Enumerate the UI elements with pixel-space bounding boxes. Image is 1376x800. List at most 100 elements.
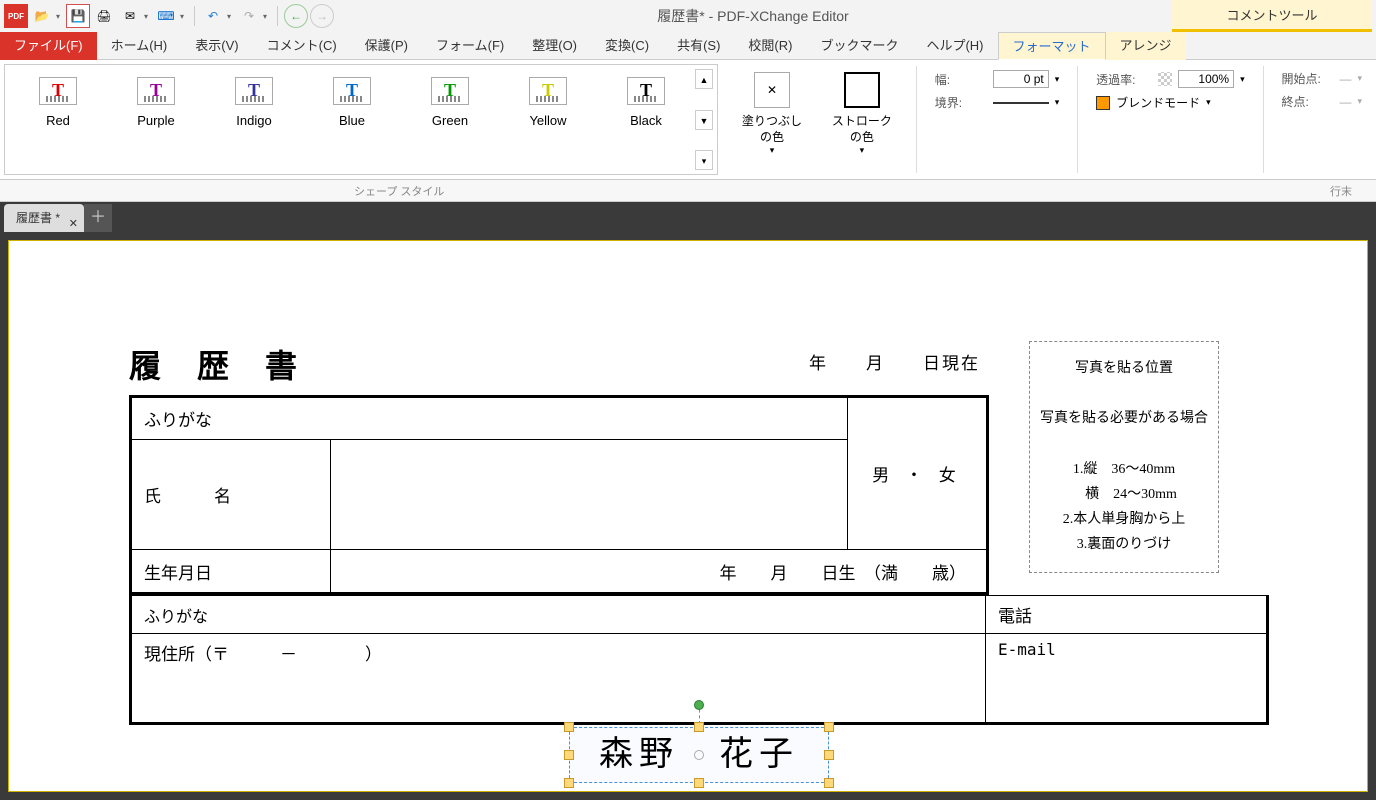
stroke-swatch-icon — [844, 72, 880, 108]
center-handle[interactable] — [694, 750, 704, 760]
resize-handle-sw[interactable] — [564, 778, 574, 788]
ribbon-colors: ✕ 塗りつぶしの色 ▾ ストロークの色 ▾ 幅: ▾ 境界: ▾ 透過率: ▾ … — [722, 60, 1376, 179]
redo-dropdown[interactable]: ▾ — [263, 12, 271, 21]
scan-button[interactable]: ⌨ — [154, 4, 178, 28]
nav-forward-button[interactable]: → — [310, 4, 334, 28]
style-yellow[interactable]: Yellow — [499, 69, 597, 170]
line-end-caption: 行末 — [1330, 183, 1352, 199]
scan-dropdown[interactable]: ▾ — [180, 12, 188, 21]
canvas-area: 履歴書 年 月 日現在 ふりがな 男 ・ 女 氏 名 生年月日 年 月 日生 （… — [0, 232, 1376, 800]
close-icon[interactable]: ✕ — [69, 210, 78, 238]
menu-comment[interactable]: コメント(C) — [253, 32, 351, 60]
menu-file[interactable]: ファイル(F) — [0, 32, 97, 60]
gallery-scroll-up[interactable]: ▲ — [695, 69, 713, 89]
resize-handle-n[interactable] — [694, 722, 704, 732]
start-dropdown[interactable]: ▾ — [1357, 73, 1362, 84]
rotation-handle[interactable] — [694, 700, 704, 710]
nav-back-button[interactable]: ← — [284, 4, 308, 28]
border-label: 境界: — [935, 94, 987, 111]
style-green[interactable]: Green — [401, 69, 499, 170]
birthday-label-cell: 生年月日 — [131, 550, 331, 594]
resume-table: ふりがな 男 ・ 女 氏 名 生年月日 年 月 日生 （満 歳） — [129, 395, 989, 595]
menu-bookmark[interactable]: ブックマーク — [806, 32, 912, 60]
style-red[interactable]: Red — [9, 69, 107, 170]
resume-date-row: 年 月 日現在 — [809, 349, 980, 374]
undo-button[interactable]: ↶ — [201, 4, 225, 28]
resize-handle-ne[interactable] — [824, 722, 834, 732]
border-dropdown[interactable]: ▾ — [1055, 97, 1060, 108]
shape-style-gallery: Red Purple Indigo Blue Green Yellow Blac… — [4, 64, 718, 175]
menu-convert[interactable]: 変換(C) — [591, 32, 663, 60]
stroke-color-button[interactable]: ストロークの色 ▾ — [826, 66, 898, 156]
menu-format[interactable]: フォーマット — [998, 32, 1106, 60]
document-tab-bar: 履歴書 * ✕ ＋ — [0, 202, 1376, 232]
menu-bar: ファイル(F) ホーム(H) 表示(V) コメント(C) 保護(P) フォーム(… — [0, 32, 1376, 60]
open-button[interactable]: 📂 — [30, 4, 54, 28]
resize-handle-w[interactable] — [564, 750, 574, 760]
menu-review[interactable]: 校閲(R) — [734, 32, 806, 60]
page-canvas[interactable]: 履歴書 年 月 日現在 ふりがな 男 ・ 女 氏 名 生年月日 年 月 日生 （… — [8, 240, 1368, 792]
resize-handle-e[interactable] — [824, 750, 834, 760]
gallery-expand[interactable]: ▾ — [695, 150, 713, 170]
end-dropdown[interactable]: ▾ — [1357, 96, 1362, 107]
opacity-icon — [1158, 72, 1172, 86]
document-tab[interactable]: 履歴書 * ✕ — [4, 204, 84, 232]
open-dropdown[interactable]: ▾ — [56, 12, 64, 21]
app-icon: PDF — [4, 4, 28, 28]
menu-protect[interactable]: 保護(P) — [351, 32, 422, 60]
ribbon-opacity-blend: 透過率: ▾ ブレンドモード▾ — [1096, 66, 1245, 111]
start-label: 開始点: — [1281, 70, 1333, 87]
blend-mode-button[interactable]: ブレンドモード — [1116, 94, 1200, 111]
furigana-cell: ふりがな — [131, 397, 848, 440]
opacity-dropdown[interactable]: ▾ — [1240, 74, 1245, 85]
email-label-cell: E-mail — [986, 634, 1268, 724]
width-input[interactable] — [993, 70, 1049, 88]
resize-handle-se[interactable] — [824, 778, 834, 788]
menu-help[interactable]: ヘルプ(H) — [912, 32, 997, 60]
email-button[interactable]: ✉ — [118, 4, 142, 28]
width-dropdown[interactable]: ▾ — [1055, 74, 1060, 85]
resume-title: 履歴書 — [129, 341, 333, 387]
gallery-scroll-down[interactable]: ▼ — [695, 110, 713, 130]
menu-arrange[interactable]: アレンジ — [1106, 32, 1186, 60]
style-indigo[interactable]: Indigo — [205, 69, 303, 170]
menu-form[interactable]: フォーム(F) — [422, 32, 518, 60]
ribbon-width-border: 幅: ▾ 境界: ▾ — [935, 66, 1060, 111]
email-dropdown[interactable]: ▾ — [144, 12, 152, 21]
width-label: 幅: — [935, 71, 987, 88]
name-label-cell: 氏 名 — [131, 440, 331, 550]
menu-organize[interactable]: 整理(O) — [518, 32, 591, 60]
add-tab-button[interactable]: ＋ — [84, 204, 112, 232]
blend-icon — [1096, 96, 1110, 110]
resume-form: 履歴書 年 月 日現在 ふりがな 男 ・ 女 氏 名 生年月日 年 月 日生 （… — [129, 341, 1229, 725]
style-blue[interactable]: Blue — [303, 69, 401, 170]
address-cell: 現住所（〒 － ） — [131, 634, 986, 724]
opacity-input[interactable] — [1178, 70, 1234, 88]
photo-placeholder: 写真を貼る位置 写真を貼る必要がある場合 1.縦 36～40mm 横 24～30… — [1029, 341, 1219, 573]
menu-home[interactable]: ホーム(H) — [97, 32, 182, 60]
end-label: 終点: — [1281, 93, 1333, 110]
name-value-cell — [331, 440, 848, 550]
ribbon-line-ends: 開始点:—▾ 終点:—▾ — [1281, 66, 1362, 110]
birthday-row-cell: 年 月 日生 （満 歳） — [331, 550, 988, 594]
gallery-scroll: ▲ ▼ ▾ — [695, 69, 713, 170]
menu-view[interactable]: 表示(V) — [181, 32, 252, 60]
phone-label-cell: 電話 — [986, 596, 1268, 634]
resize-handle-s[interactable] — [694, 778, 704, 788]
redo-button[interactable]: ↷ — [237, 4, 261, 28]
style-black[interactable]: Black — [597, 69, 695, 170]
fill-none-icon: ✕ — [754, 72, 790, 108]
save-button[interactable]: 💾 — [66, 4, 90, 28]
fill-color-button[interactable]: ✕ 塗りつぶしの色 ▾ — [736, 66, 808, 156]
contextual-tab-group: コメントツール — [1172, 0, 1372, 32]
undo-dropdown[interactable]: ▾ — [227, 12, 235, 21]
blend-dropdown[interactable]: ▾ — [1206, 97, 1211, 108]
shape-style-caption: シェープ スタイル — [354, 183, 444, 199]
print-button[interactable]: 🖨 — [92, 4, 116, 28]
menu-share[interactable]: 共有(S) — [663, 32, 734, 60]
resize-handle-nw[interactable] — [564, 722, 574, 732]
address-furigana-cell: ふりがな — [131, 596, 986, 634]
style-purple[interactable]: Purple — [107, 69, 205, 170]
selected-textbox[interactable]: 森野 花子 — [569, 727, 829, 783]
ribbon-footer: シェープ スタイル 行末 — [0, 180, 1376, 202]
